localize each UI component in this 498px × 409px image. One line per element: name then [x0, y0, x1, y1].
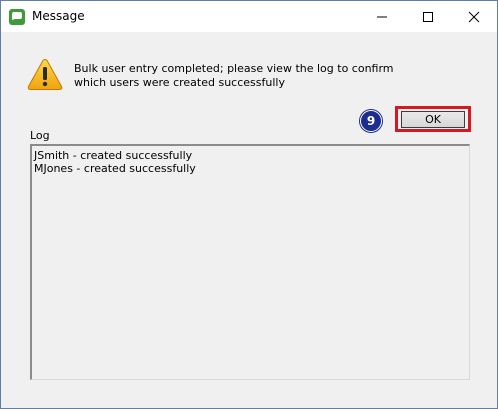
dialog-message: Bulk user entry completed; please view t… — [74, 62, 394, 90]
minimize-button[interactable] — [359, 1, 405, 32]
maximize-button[interactable] — [405, 1, 451, 32]
message-dialog-window: Message Bulk user entry completed; pleas… — [0, 0, 498, 409]
log-line: JSmith - created successfully — [34, 149, 193, 162]
ok-button[interactable]: OK — [401, 111, 465, 128]
close-icon — [468, 11, 480, 23]
log-textbox[interactable]: JSmith - created successfully MJones - c… — [30, 144, 470, 380]
maximize-icon — [423, 12, 433, 22]
message-line-1: Bulk user entry completed; please view t… — [74, 62, 394, 75]
minimize-icon — [377, 16, 387, 18]
app-logo-icon — [9, 9, 25, 25]
warning-icon — [27, 58, 63, 91]
step-number-badge: 9 — [360, 110, 382, 132]
close-button[interactable] — [451, 1, 497, 32]
message-line-2: which users were created successfully — [74, 76, 285, 89]
log-label: Log — [30, 129, 50, 142]
window-title: Message — [32, 9, 85, 23]
log-line: MJones - created successfully — [34, 162, 196, 175]
title-bar[interactable]: Message — [1, 1, 497, 32]
